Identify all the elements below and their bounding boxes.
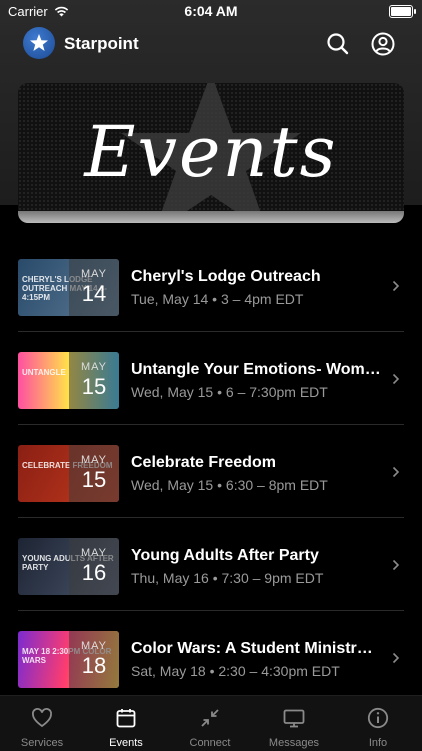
date-day: 16 <box>81 560 107 585</box>
date-month: MAY <box>80 268 108 280</box>
thumbnail-text: Untangle <box>22 368 66 377</box>
chevron-right-icon <box>392 559 400 571</box>
date-badge: MAY 15 <box>69 445 119 502</box>
row-divider <box>18 424 404 425</box>
battery-icon <box>389 5 416 18</box>
tab-info[interactable]: Info <box>336 696 420 751</box>
date-badge: MAY 14 <box>69 259 119 316</box>
event-row[interactable]: Young Adults After Party MAY 16 Young Ad… <box>18 519 404 611</box>
date-day: 15 <box>81 467 107 492</box>
app-name: Starpoint <box>64 34 139 53</box>
date-day: 14 <box>81 281 107 306</box>
event-time: Tue, May 14 • 3 – 4pm EDT <box>131 291 304 307</box>
chevron-right-icon <box>392 652 400 664</box>
event-thumbnail: Young Adults After Party MAY 16 <box>18 538 119 595</box>
status-time: 6:04 AM <box>184 3 238 19</box>
date-day: 15 <box>81 374 107 399</box>
calendar-icon <box>116 709 136 728</box>
tab-bar: Services Events Connect Messages Info <box>0 695 422 751</box>
event-time: Wed, May 15 • 6:30 – 8pm EDT <box>131 477 328 493</box>
tv-icon <box>283 709 305 728</box>
event-title: Young Adults After Party <box>131 547 319 564</box>
event-thumbnail: May 18 2:30pm Color Wars MAY 18 <box>18 631 119 688</box>
tab-connect[interactable]: Connect <box>168 696 252 751</box>
search-icon[interactable] <box>325 31 351 57</box>
event-row[interactable]: Celebrate Freedom MAY 15 Celebrate Freed… <box>18 426 404 518</box>
event-row[interactable]: Cheryl's Lodge Outreach May 14 3-4:15pm … <box>18 240 404 332</box>
event-time: Wed, May 15 • 6 – 7:30pm EDT <box>131 384 328 400</box>
row-divider <box>18 331 404 332</box>
starpoint-logo[interactable] <box>23 27 55 59</box>
tab-services[interactable]: Services <box>0 696 84 751</box>
event-row[interactable]: Untangle MAY 15 Untangle Your Emotions- … <box>18 333 404 425</box>
event-thumbnail: Untangle MAY 15 <box>18 352 119 409</box>
event-title: Cheryl's Lodge Outreach <box>131 268 321 285</box>
tab-label: Services <box>20 737 64 749</box>
event-thumbnail: Celebrate Freedom MAY 15 <box>18 445 119 502</box>
status-bar: Carrier 6:04 AM <box>0 0 422 22</box>
tab-events[interactable]: Events <box>84 696 168 751</box>
event-title: Untangle Your Emotions- Wom… <box>131 361 381 378</box>
row-divider <box>18 517 404 518</box>
date-month: MAY <box>80 547 108 559</box>
date-month: MAY <box>80 361 108 373</box>
event-time: Sat, May 18 • 2:30 – 4:30pm EDT <box>131 663 340 679</box>
tab-label: Connect <box>189 737 231 749</box>
tab-label: Messages <box>268 737 320 749</box>
app-header: Starpoint <box>0 22 422 66</box>
date-badge: MAY 18 <box>69 631 119 688</box>
date-day: 18 <box>81 653 107 678</box>
heart-icon <box>32 708 52 728</box>
profile-icon[interactable] <box>370 31 396 57</box>
connect-icon <box>201 709 219 727</box>
date-badge: MAY 16 <box>69 538 119 595</box>
hero-title: Events <box>84 111 338 193</box>
date-month: MAY <box>80 640 108 652</box>
event-title: Color Wars: A Student Ministr… <box>131 640 373 657</box>
tab-label: Info <box>368 737 388 749</box>
info-icon <box>367 707 389 729</box>
hero-bottom-strip <box>18 211 404 223</box>
event-title: Celebrate Freedom <box>131 454 276 471</box>
event-time: Thu, May 16 • 7:30 – 9pm EDT <box>131 570 324 586</box>
chevron-right-icon <box>392 466 400 478</box>
row-divider <box>18 610 404 611</box>
tab-label: Events <box>109 737 143 749</box>
events-hero-banner: Events <box>18 83 404 223</box>
star-icon <box>30 34 48 51</box>
chevron-right-icon <box>392 373 400 385</box>
chevron-right-icon <box>392 280 400 292</box>
tab-messages[interactable]: Messages <box>252 696 336 751</box>
date-month: MAY <box>80 454 108 466</box>
date-badge: MAY 15 <box>69 352 119 409</box>
event-thumbnail: Cheryl's Lodge Outreach May 14 3-4:15pm … <box>18 259 119 316</box>
event-row[interactable]: May 18 2:30pm Color Wars MAY 18 Color Wa… <box>18 612 404 704</box>
